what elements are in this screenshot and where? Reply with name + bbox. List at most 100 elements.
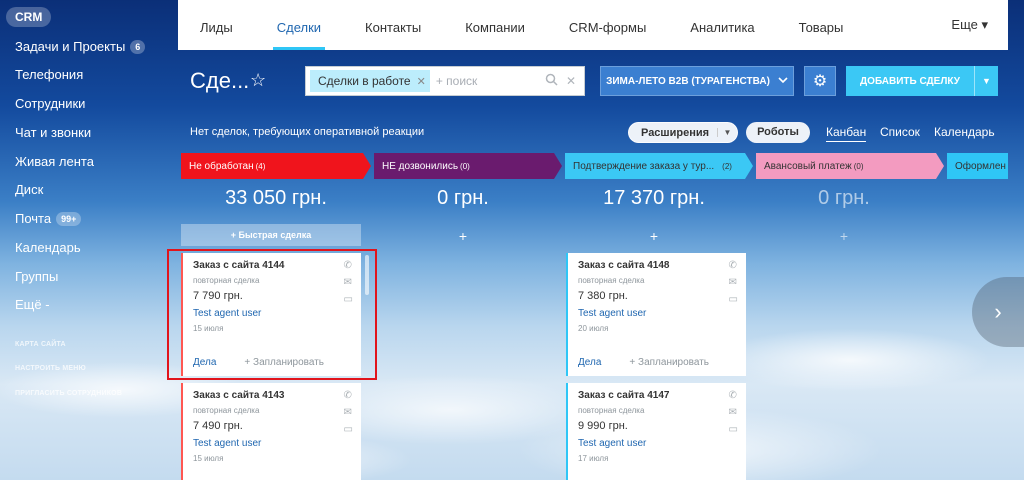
sidebar-item-feed[interactable]: Живая лента [15,154,94,169]
add-deal-label: ДОБАВИТЬ СДЕЛКУ [860,75,960,87]
column-header-no-answer[interactable]: НЕ дозвонились (0) [374,153,562,179]
search-icon[interactable] [545,73,558,89]
filter-search-box[interactable]: Сделки в работе ✕ + поиск ✕ [305,66,585,96]
clear-icon[interactable]: ✕ [566,74,576,88]
more-menu[interactable]: Еще ▾ [951,17,988,33]
robots-button[interactable]: Роботы [746,122,810,143]
sidebar-item-mail[interactable]: Почта 99+ [15,211,82,226]
configure-menu-link[interactable]: НАСТРОИТЬ МЕНЮ [15,365,86,372]
filter-chip-label: Сделки в работе [318,74,411,88]
sidebar-item-calendar[interactable]: Календарь [15,240,81,255]
deal-type: повторная сделка [578,276,645,285]
deal-type: повторная сделка [578,406,645,415]
settings-button[interactable]: ⚙ [804,66,836,96]
tab-deals[interactable]: Сделки [255,0,343,50]
mail-icon[interactable]: ✉ [729,277,738,288]
column-sum: 0 грн. [818,187,870,209]
extensions-button[interactable]: Расширения ▼ [628,122,738,143]
deal-price: 7 490 грн. [193,420,243,432]
close-icon[interactable]: ✕ [417,75,426,88]
activities-link[interactable]: Дела [578,357,601,368]
sidebar-item-crm[interactable]: CRM [6,7,52,27]
page-title: Сде... [190,68,250,93]
tab-leads[interactable]: Лиды [178,0,255,50]
chevron-down-icon[interactable]: ▼ [974,66,998,96]
view-kanban[interactable]: Канбан [826,125,867,142]
chat-icon[interactable]: ▭ [344,424,353,435]
sidebar-item-label: Почта [15,211,52,226]
invite-employees-link[interactable]: ПРИГЛАСИТЬ СОТРУДНИКОВ [15,390,122,397]
add-deal-button[interactable]: ДОБАВИТЬ СДЕЛКУ ▼ [846,66,998,96]
column-count: (0) [460,161,470,171]
deal-title[interactable]: Заказ с сайта 4148 [578,260,736,271]
deal-title[interactable]: Заказ с сайта 4147 [578,390,736,401]
chevron-down-icon[interactable]: ▼ [717,128,737,137]
deal-date: 17 июля [578,454,609,463]
sidebar-item-label: Чат и звонки [15,125,92,140]
deal-date: 15 июля [193,454,224,463]
deal-price: 9 990 грн. [578,420,628,432]
deal-user[interactable]: Test agent user [578,438,736,449]
sidebar-item-chat[interactable]: Чат и звонки [15,125,91,140]
column-title: Авансовый платеж [764,160,852,172]
column-sum: 0 грн. [437,187,489,209]
scroll-right-button[interactable]: › [972,277,1024,347]
deal-user[interactable]: Test agent user [578,308,736,319]
chevron-down-icon [778,76,788,87]
chat-icon[interactable]: ▭ [729,294,738,305]
tab-crm-forms[interactable]: CRM-формы [547,0,668,50]
tab-analytics[interactable]: Аналитика [668,0,776,50]
pipeline-selector[interactable]: ЗИМА-ЛЕТО B2B (ТУРАГЕНСТВА) [600,66,794,96]
add-icon[interactable]: + [564,228,744,244]
deal-card[interactable]: Заказ с сайта 4143 повторная сделка 7 49… [181,383,361,480]
deal-card[interactable]: Заказ с сайта 4148 повторная сделка 7 38… [566,253,746,376]
sidebar-item-tasks[interactable]: Задачи и Проекты 6 [15,39,146,54]
schedule-link[interactable]: + Запланировать [629,357,709,368]
sidebar-item-label: Живая лента [15,154,94,169]
gear-icon: ⚙ [812,73,828,90]
star-icon[interactable]: ☆ [250,70,266,91]
deal-type: повторная сделка [193,406,260,415]
chevron-right-icon: › [994,299,1002,324]
chat-icon[interactable]: ▭ [729,424,738,435]
add-icon[interactable]: + [754,228,934,244]
highlight-box [167,249,377,380]
sidebar-item-disk[interactable]: Диск [15,182,43,197]
deal-title[interactable]: Заказ с сайта 4143 [193,390,351,401]
sidebar-item-employees[interactable]: Сотрудники [15,96,85,111]
mail-icon[interactable]: ✉ [344,407,353,418]
tab-contacts[interactable]: Контакты [343,0,443,50]
phone-icon[interactable]: ✆ [729,260,738,271]
filter-chip[interactable]: Сделки в работе ✕ [310,70,430,92]
column-header-advance[interactable]: Авансовый платеж (0) [756,153,944,179]
column-header-done[interactable]: Оформлен [947,153,1008,179]
search-input[interactable]: + поиск [436,74,477,88]
quick-deal-button[interactable]: + Быстрая сделка [181,224,361,246]
sidebar-item-label: Задачи и Проекты [15,39,126,54]
deal-user[interactable]: Test agent user [193,438,351,449]
column-count: (2) [722,161,732,171]
tab-products[interactable]: Товары [777,0,866,50]
view-calendar[interactable]: Календарь [934,125,995,139]
sidebar-item-label: Диск [15,182,44,197]
deal-card[interactable]: Заказ с сайта 4147 повторная сделка 9 99… [566,383,746,480]
sidebar-item-groups[interactable]: Группы [15,269,58,284]
sidebar-item-label: Сотрудники [15,96,86,111]
column-count: (4) [255,161,266,171]
view-list[interactable]: Список [880,125,920,139]
tab-companies[interactable]: Компании [443,0,547,50]
column-header-new[interactable]: Не обработан (4) [181,153,371,179]
column-header-confirmation[interactable]: Подтверждение заказа у тур... (2) [565,153,753,179]
sidebar-item-telephony[interactable]: Телефония [15,67,83,82]
sitemap-link[interactable]: КАРТА САЙТА [15,341,66,348]
phone-icon[interactable]: ✆ [344,390,353,401]
extensions-label: Расширения [641,126,710,139]
add-icon[interactable]: + [373,228,553,244]
mail-icon[interactable]: ✉ [729,407,738,418]
sidebar-item-label: Телефония [15,67,84,82]
column-title: Не обработан [189,160,254,172]
deal-price: 7 380 грн. [578,290,628,302]
column-sum: 17 370 грн. [603,187,705,209]
sidebar-item-more[interactable]: Ещё - [15,297,50,312]
phone-icon[interactable]: ✆ [729,390,738,401]
